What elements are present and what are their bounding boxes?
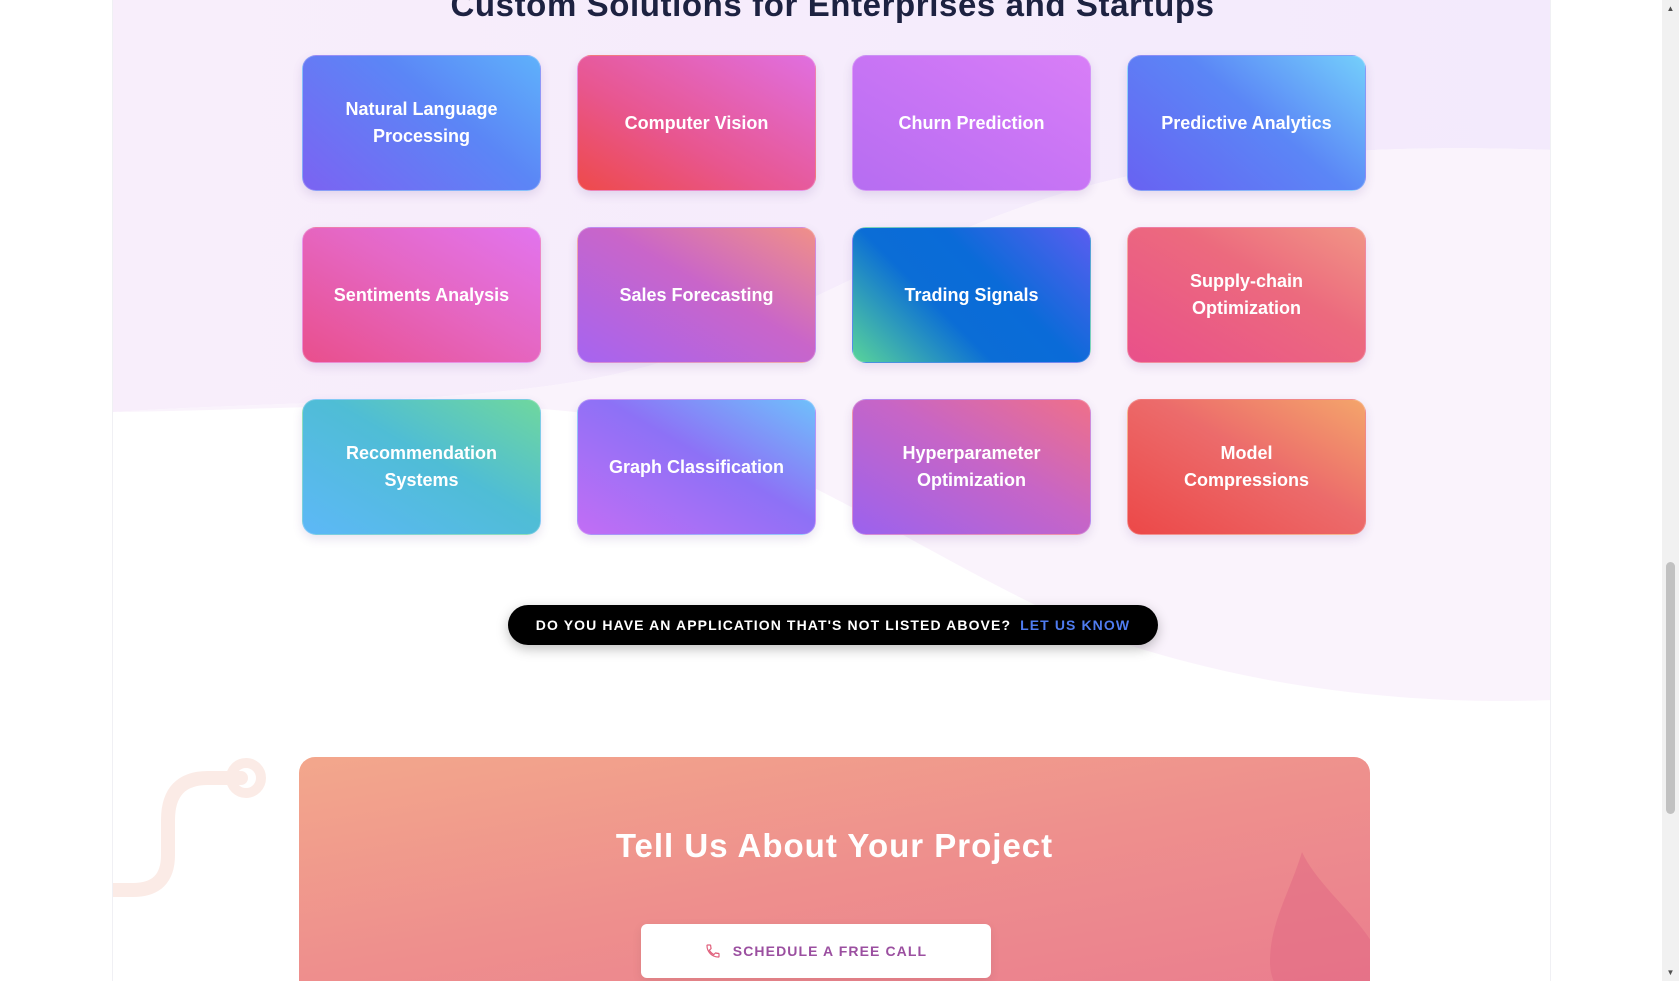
solution-card[interactable]: Graph Classification	[577, 399, 816, 535]
solution-card-label: Trading Signals	[904, 284, 1039, 305]
solution-card-label: Hyperparameter Optimization	[902, 443, 1041, 490]
solution-card[interactable]: Model Compressions	[1127, 399, 1366, 535]
scrollbar-thumb[interactable]	[1666, 562, 1675, 814]
page: Custom Solutions for Enterprises and Sta…	[112, 0, 1551, 981]
schedule-call-label: SCHEDULE A FREE CALL	[732, 943, 928, 959]
solution-card[interactable]: Sentiments Analysis	[302, 227, 541, 363]
solution-card-label: Sales Forecasting	[619, 284, 774, 305]
solution-card-label: Churn Prediction	[898, 112, 1045, 133]
solution-card[interactable]: Predictive Analytics	[1127, 55, 1366, 191]
solution-card[interactable]: Churn Prediction	[852, 55, 1091, 191]
droplet-decoration	[1270, 852, 1370, 981]
solution-card[interactable]: Trading Signals	[852, 227, 1091, 363]
solution-card[interactable]: Natural Language Processing	[302, 55, 541, 191]
scrollbar[interactable]: ▲ ▼	[1662, 0, 1679, 981]
solutions-grid: Natural Language Processing Computer Visi…	[302, 55, 1366, 535]
solution-card[interactable]: Sales Forecasting	[577, 227, 816, 363]
solution-card-label: Sentiments Analysis	[333, 284, 510, 305]
project-banner: Tell Us About Your Project SCHEDULE A FR…	[299, 757, 1370, 981]
solution-card[interactable]: Hyperparameter Optimization	[852, 399, 1091, 535]
let-us-know-link[interactable]: LET US KNOW	[1020, 617, 1130, 633]
project-title: Tell Us About Your Project	[615, 827, 1054, 864]
solution-card-label: Supply-chain Optimization	[1189, 271, 1303, 318]
scroll-down-arrow-icon[interactable]: ▼	[1662, 964, 1679, 981]
phone-icon	[706, 944, 720, 958]
solution-card[interactable]: Supply-chain Optimization	[1127, 227, 1366, 363]
section-title: Custom Solutions for Enterprises and Sta…	[450, 0, 1215, 23]
decorative-pipe	[113, 758, 266, 897]
solution-card-label: Computer Vision	[624, 112, 769, 133]
solution-card-label: Model Compressions	[1183, 443, 1310, 490]
solution-card-label: Recommendation Systems	[345, 443, 498, 490]
solution-card[interactable]: Computer Vision	[577, 55, 816, 191]
solution-card-label: Natural Language Processing	[345, 99, 498, 146]
schedule-call-button[interactable]: SCHEDULE A FREE CALL	[641, 924, 991, 978]
scroll-up-arrow-icon[interactable]: ▲	[1662, 0, 1679, 17]
cta-banner: DO YOU HAVE AN APPLICATION THAT'S NOT LI…	[508, 605, 1158, 645]
solution-card-label: Graph Classification	[608, 456, 785, 477]
solution-card-label: Predictive Analytics	[1161, 112, 1332, 133]
cta-question: DO YOU HAVE AN APPLICATION THAT'S NOT LI…	[535, 617, 1012, 633]
solution-card[interactable]: Recommendation Systems	[302, 399, 541, 535]
